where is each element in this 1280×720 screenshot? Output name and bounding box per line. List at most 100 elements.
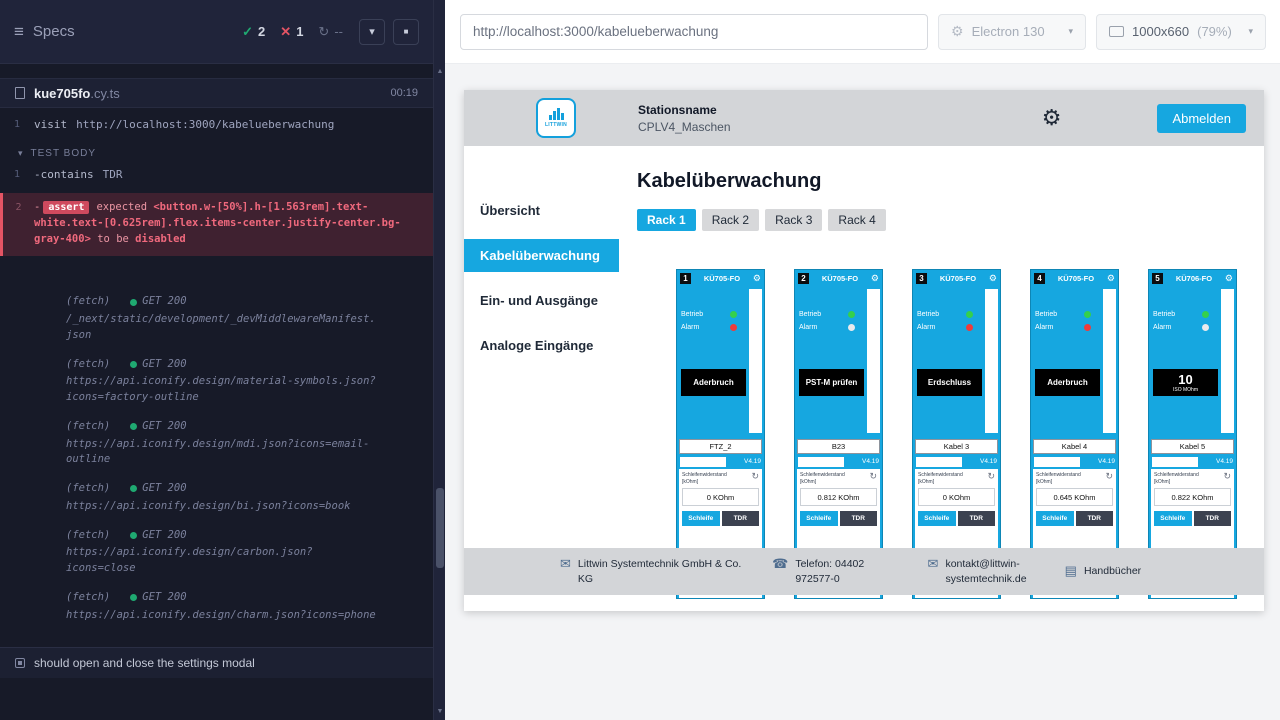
- specs-menu-button[interactable]: ≡ Specs: [14, 22, 75, 42]
- scrollbar-thumb[interactable]: [436, 488, 444, 568]
- refresh-icon[interactable]: ↻: [987, 472, 995, 481]
- schleife-button[interactable]: Schleife: [918, 511, 956, 526]
- footer-contact-item[interactable]: ☎ Telefon: 04402 972577-0: [772, 557, 903, 585]
- fetch-tag: (fetch): [66, 590, 110, 606]
- command-assert-failed[interactable]: 2 -assertexpected <button.w-[50%].h-[1.5…: [0, 193, 433, 256]
- reporter-actions: ▾ ■: [359, 19, 419, 45]
- cable-name: Kabel 5: [1151, 439, 1234, 454]
- cypress-reporter: ≡ Specs ✓ 2 ✕ 1 ↻ -- ▾ ■: [0, 0, 433, 720]
- footer-contact-item[interactable]: ✉ kontakt@littwin-systemtechnik.de: [928, 557, 1041, 585]
- footer-contact-item[interactable]: ▤ Handbücher: [1065, 564, 1164, 578]
- fetch-entry[interactable]: (fetch) GET 200 https://api.iconify.desi…: [0, 357, 433, 406]
- command-visit[interactable]: 1 visithttp://localhost:3000/kabelueberw…: [0, 114, 433, 137]
- specs-list-icon: ≡: [14, 22, 24, 42]
- tab-rack-4[interactable]: Rack 4: [828, 209, 885, 231]
- alarm-led: [966, 324, 973, 331]
- gear-icon[interactable]: ⚙: [1107, 274, 1115, 283]
- display-blank: [1034, 457, 1080, 467]
- test-icon: [15, 658, 25, 668]
- footer-text: Handbücher: [1084, 564, 1164, 578]
- tdr-button[interactable]: TDR: [840, 511, 878, 526]
- tdr-button[interactable]: TDR: [722, 511, 760, 526]
- app-body: Übersicht Kabelüberwachung Ein- und Ausg…: [464, 146, 1264, 611]
- schleife-button[interactable]: Schleife: [1036, 511, 1074, 526]
- resistance-label: Schleifenwiderstand [kOhm]: [800, 472, 862, 485]
- sidebar-item-kabelueberwachung[interactable]: Kabelüberwachung: [464, 239, 619, 272]
- resistance-label: Schleifenwiderstand [kOhm]: [1154, 472, 1216, 485]
- refresh-icon[interactable]: ↻: [869, 472, 877, 481]
- runner-topbar: http://localhost:3000/kabelueberwachung …: [445, 0, 1280, 64]
- fetch-url: https://api.iconify.design/charm.json?ic…: [66, 608, 378, 624]
- email-icon: ✉: [928, 557, 939, 571]
- footer-contact-item[interactable]: ✉ Littwin Systemtechnik GmbH & Co. KG: [560, 557, 748, 585]
- betrieb-label: Betrieb: [917, 311, 939, 318]
- tab-rack-2[interactable]: Rack 2: [702, 209, 759, 231]
- tab-rack-3[interactable]: Rack 3: [765, 209, 822, 231]
- footer-text: kontakt@littwin-systemtechnik.de: [945, 557, 1040, 585]
- resistance-label: Schleifenwiderstand [kOhm]: [918, 472, 980, 485]
- betrieb-led: [966, 311, 973, 318]
- chevron-down-icon: ▾: [369, 25, 375, 38]
- fetch-tag: (fetch): [66, 294, 110, 310]
- gear-icon[interactable]: ⚙: [1225, 274, 1233, 283]
- device-number: 2: [798, 273, 809, 284]
- gear-icon[interactable]: ⚙: [753, 274, 761, 283]
- alarm-label: Alarm: [1153, 324, 1171, 331]
- page-title: Kabelüberwachung: [637, 170, 1264, 193]
- sidebar-item-analoge-eingaenge[interactable]: Analoge Eingänge: [464, 329, 619, 362]
- spec-header[interactable]: kue705fo .cy.ts 00:19: [0, 78, 433, 108]
- fetch-entry[interactable]: (fetch) GET 200 https://api.iconify.desi…: [0, 590, 433, 624]
- fetch-status: GET 200: [142, 294, 186, 310]
- logout-button[interactable]: Abmelden: [1157, 104, 1246, 133]
- viewport-icon: [1109, 26, 1124, 37]
- schleife-button[interactable]: Schleife: [682, 511, 720, 526]
- fetch-entry[interactable]: (fetch) GET 200 https://api.iconify.desi…: [0, 528, 433, 577]
- device-model: KÜ705-FO: [812, 274, 868, 283]
- cable-name: Kabel 3: [915, 439, 998, 454]
- test-body-section[interactable]: ▾ TEST BODY: [0, 137, 433, 164]
- fetch-entry[interactable]: (fetch) GET 200 https://api.iconify.desi…: [0, 481, 433, 515]
- sidebar-item-uebersicht[interactable]: Übersicht: [464, 194, 619, 227]
- book-icon: ▤: [1065, 564, 1077, 578]
- spec-name: kue705fo: [34, 86, 90, 101]
- alarm-label: Alarm: [917, 324, 935, 331]
- address-bar[interactable]: http://localhost:3000/kabelueberwachung: [460, 14, 928, 50]
- refresh-icon[interactable]: ↻: [1223, 472, 1231, 481]
- logo-bars-icon: [549, 108, 564, 120]
- settings-gear-icon[interactable]: ⚙: [1042, 107, 1062, 129]
- refresh-icon[interactable]: ↻: [751, 472, 759, 481]
- footer-text: Telefon: 04402 972577-0: [795, 557, 903, 585]
- collapse-all-button[interactable]: ▾: [359, 19, 385, 45]
- command-contains[interactable]: 1 -containsTDR: [0, 164, 433, 187]
- tdr-button[interactable]: TDR: [1194, 511, 1232, 526]
- viewport-selector[interactable]: 1000x660 (79%) ▾: [1096, 14, 1266, 50]
- display-blank: [1152, 457, 1198, 467]
- station-info: Stationsname CPLV4_Maschen: [638, 103, 731, 134]
- reporter-scrollbar: ▲ ▼: [433, 0, 445, 720]
- schleife-button[interactable]: Schleife: [800, 511, 838, 526]
- fetch-entry[interactable]: (fetch) GET 200 https://api.iconify.desi…: [0, 419, 433, 468]
- fetch-status: GET 200: [142, 357, 186, 373]
- station-name: CPLV4_Maschen: [638, 120, 731, 134]
- rack-tabs: Rack 1 Rack 2 Rack 3 Rack 4: [637, 209, 1264, 231]
- gear-icon[interactable]: ⚙: [871, 274, 879, 283]
- tab-rack-1[interactable]: Rack 1: [637, 209, 696, 231]
- sidebar-item-ein-und-ausgaenge[interactable]: Ein- und Ausgänge: [464, 284, 619, 317]
- stat-passed: ✓ 2: [242, 24, 265, 40]
- status-display: 10 ISO MOhm: [1153, 369, 1218, 396]
- firmware-version: V4.19: [1216, 458, 1233, 465]
- gear-icon[interactable]: ⚙: [989, 274, 997, 283]
- fetch-tag: (fetch): [66, 528, 110, 544]
- phone-icon: ☎: [772, 557, 788, 571]
- refresh-icon[interactable]: ↻: [1105, 472, 1113, 481]
- tdr-button[interactable]: TDR: [958, 511, 996, 526]
- browser-selector[interactable]: ⚙ Electron 130 ▾: [938, 14, 1086, 50]
- fetch-entry[interactable]: (fetch) GET 200 /_next/static/developmen…: [0, 294, 433, 343]
- schleife-button[interactable]: Schleife: [1154, 511, 1192, 526]
- betrieb-led: [730, 311, 737, 318]
- alarm-led: [730, 324, 737, 331]
- stop-button[interactable]: ■: [393, 19, 419, 45]
- device-number: 1: [680, 273, 691, 284]
- next-test-row[interactable]: should open and close the settings modal: [0, 647, 433, 678]
- tdr-button[interactable]: TDR: [1076, 511, 1114, 526]
